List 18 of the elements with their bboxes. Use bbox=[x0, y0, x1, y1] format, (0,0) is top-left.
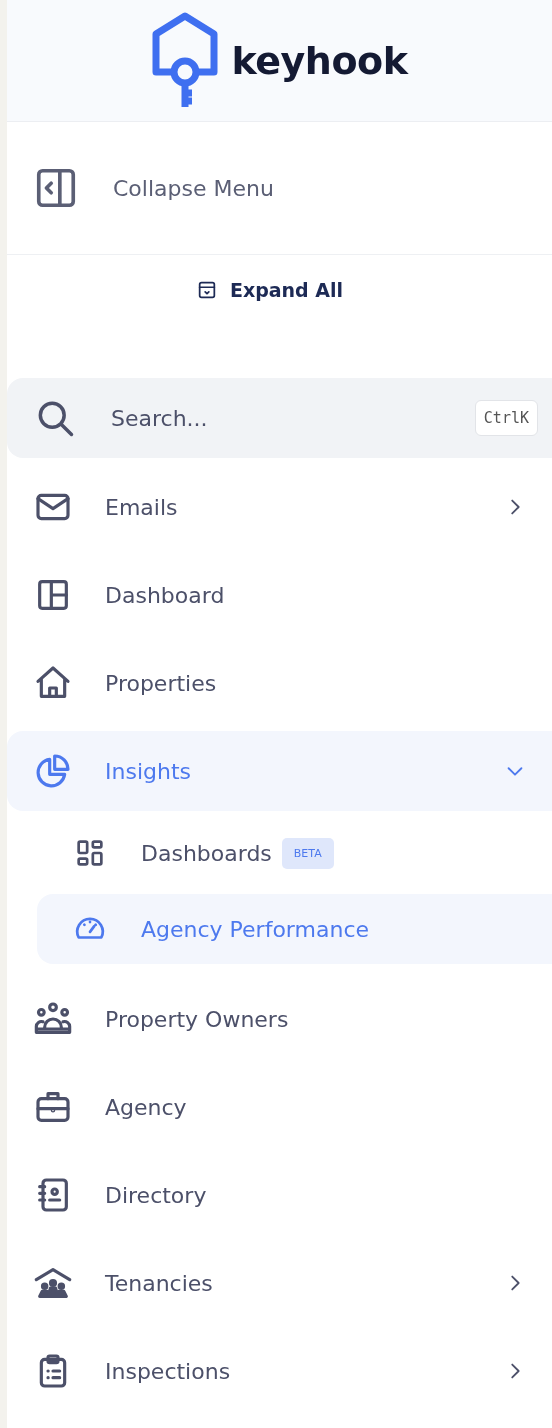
nav-item[interactable]: Emails bbox=[7, 467, 552, 547]
collapse-menu-button[interactable]: Collapse Menu bbox=[7, 165, 274, 211]
submenu-item[interactable]: Agency Performance bbox=[37, 894, 552, 964]
submenu-item[interactable]: Dashboards BETA bbox=[37, 818, 552, 888]
nav-item[interactable]: Inspections bbox=[7, 1331, 552, 1411]
house-key-logo-icon bbox=[151, 11, 218, 110]
keyboard-shortcut: CtrlK bbox=[474, 400, 538, 436]
nav-item[interactable]: Directory bbox=[7, 1155, 552, 1235]
beta-badge: BETA bbox=[281, 837, 334, 869]
nav-item[interactable]: Property Owners bbox=[7, 979, 552, 1059]
nav-item[interactable]: Properties bbox=[7, 643, 552, 723]
nav-item[interactable]: Insights bbox=[7, 731, 552, 811]
brand-name: keyhook bbox=[231, 38, 408, 83]
nav-item[interactable]: Agency bbox=[7, 1067, 552, 1147]
nav-item[interactable]: Tenancies bbox=[7, 1243, 552, 1323]
search-field[interactable]: Search... bbox=[109, 404, 443, 432]
expand-all-button[interactable]: Expand All bbox=[195, 279, 344, 309]
nav-item[interactable]: Dashboard bbox=[7, 555, 552, 635]
